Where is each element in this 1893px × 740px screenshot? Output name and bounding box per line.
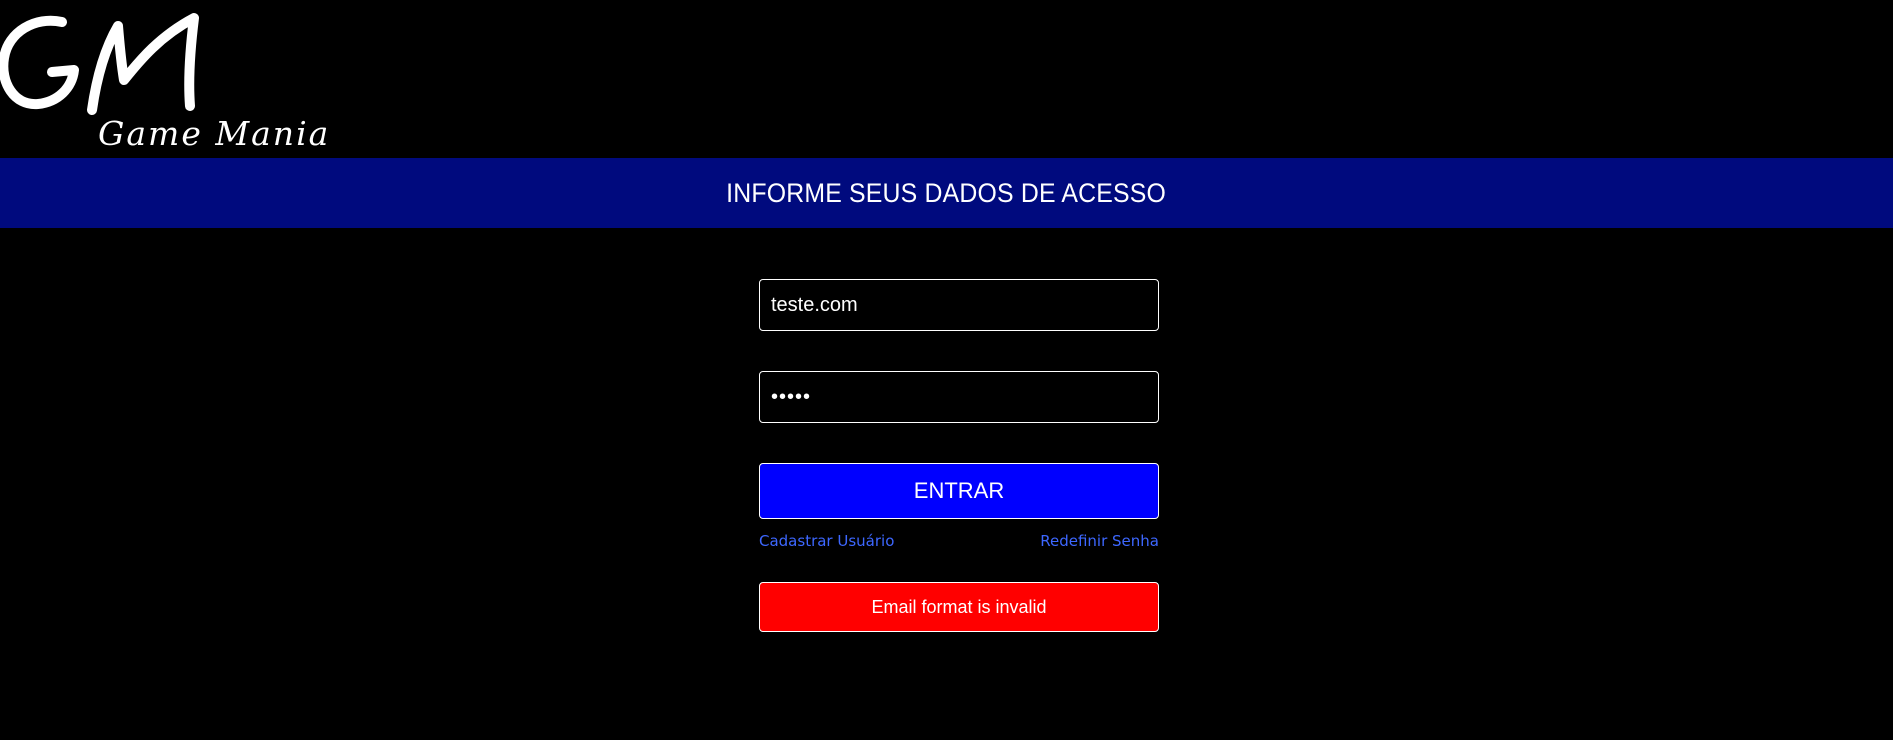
login-button[interactable]: ENTRAR (759, 463, 1159, 519)
logo-subtitle: Game Mania (98, 114, 331, 153)
access-banner: INFORME SEUS DADOS DE ACESSO (0, 158, 1893, 228)
banner-title: INFORME SEUS DADOS DE ACESSO (726, 177, 1167, 208)
error-alert: Email format is invalid (759, 582, 1159, 632)
auth-links: Cadastrar Usuário Redefinir Senha (759, 532, 1159, 550)
game-mania-logo[interactable]: Game Mania (0, 10, 328, 153)
reset-password-link[interactable]: Redefinir Senha (1040, 532, 1159, 550)
email-input[interactable]: teste.com (759, 279, 1159, 331)
gm-logo-mark (0, 13, 199, 115)
login-form: teste.com ••••• ENTRAR Cadastrar Usuário… (759, 279, 1159, 632)
password-input[interactable]: ••••• (759, 371, 1159, 423)
register-user-link[interactable]: Cadastrar Usuário (759, 532, 894, 550)
site-header: Game Mania (0, 0, 1893, 158)
